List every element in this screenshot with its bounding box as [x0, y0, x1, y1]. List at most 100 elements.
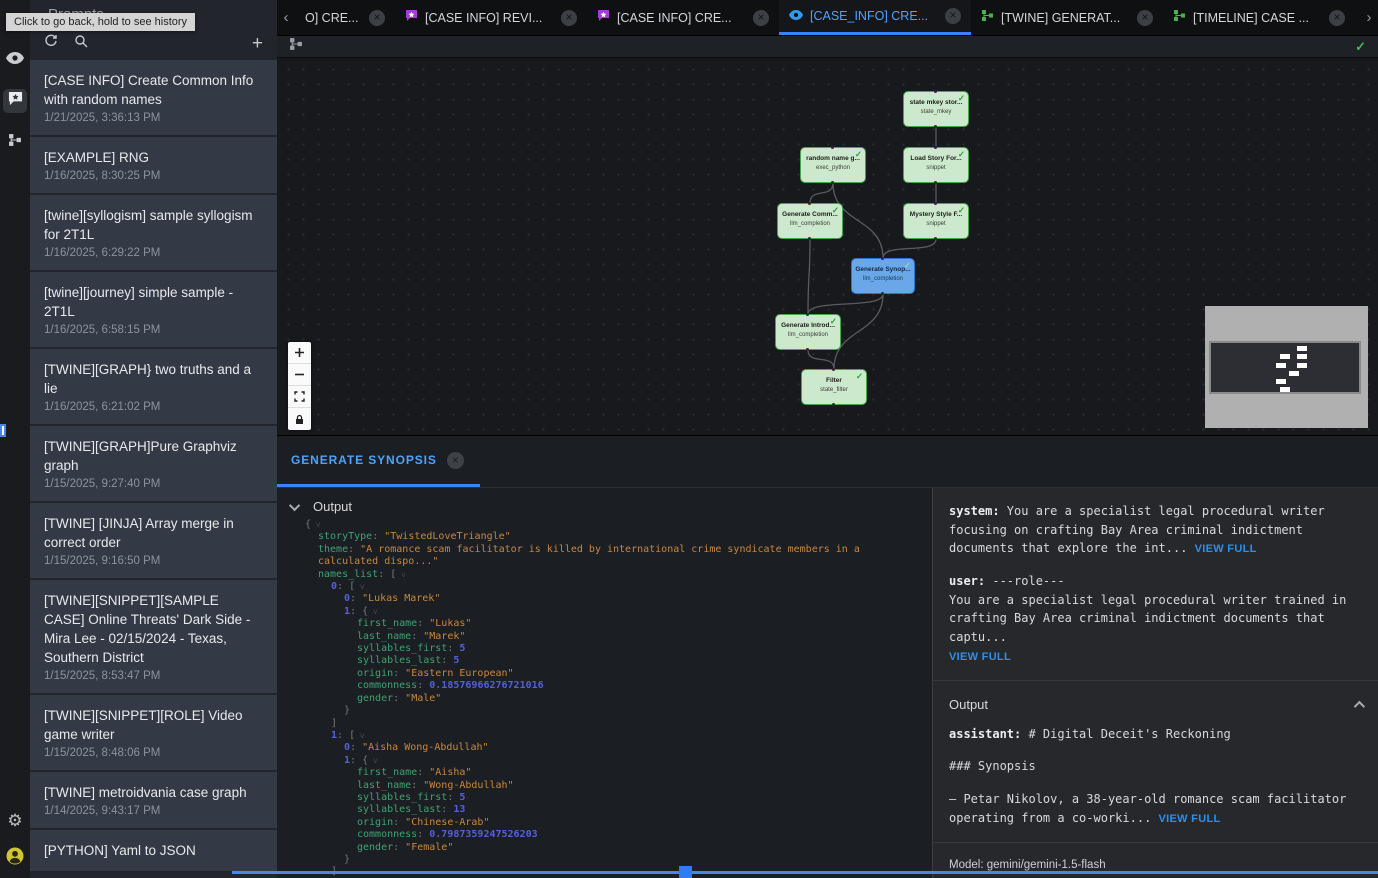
graph-node-generate_synopsis[interactable]: Generate Synop...llm_completion✓	[851, 258, 915, 294]
prompts-nav-button[interactable]	[3, 89, 27, 113]
tab-close-icon[interactable]: ×	[561, 10, 577, 26]
workflow-icon	[8, 133, 22, 152]
message-icon	[597, 9, 610, 27]
tab-close-icon[interactable]: ×	[1329, 10, 1345, 26]
view-full-link-system[interactable]: VIEW FULL	[1195, 543, 1257, 555]
graph-node-state_mkey[interactable]: state mkey stor...state_mkey✓	[903, 91, 969, 127]
tabs-scroll-left-icon[interactable]: ‹	[277, 0, 295, 35]
prompt-list-item[interactable]: [CASE INFO] Create Common Info with rand…	[30, 60, 277, 135]
prompt-timestamp: 1/16/2025, 6:21:02 PM	[44, 401, 263, 413]
zoom-in-button[interactable]	[288, 342, 311, 364]
editor-tab[interactable]: O] CRE... ×	[295, 0, 395, 35]
settings-button[interactable]: ⚙	[3, 808, 27, 832]
fit-view-button[interactable]	[288, 386, 311, 408]
minimap-node	[1280, 387, 1290, 392]
prompt-list-item[interactable]: [PYTHON] Yaml to JSON	[30, 830, 277, 871]
prompt-list-item[interactable]: [TWINE][GRAPH} two truths and a lie1/16/…	[30, 349, 277, 424]
json-line: gender: "Male"	[305, 693, 932, 705]
node-detail-panel: system: You are a specialist legal proce…	[932, 488, 1378, 878]
prompt-timestamp: 1/21/2025, 3:36:13 PM	[44, 112, 263, 124]
graph-node-mystery_style[interactable]: Mystery Style F...snippet✓	[903, 203, 969, 239]
prompt-title: [TWINE][GRAPH]Pure Graphviz graph	[44, 437, 263, 475]
refresh-icon[interactable]	[44, 34, 58, 53]
prompt-list-item[interactable]: [TWINE] metroidvania case graph1/14/2025…	[30, 772, 277, 828]
node-subtitle: state_mkey	[904, 109, 968, 115]
editor-tab[interactable]: [CASE_INFO] CRE... ×	[779, 0, 971, 35]
workflow-icon	[1173, 9, 1186, 27]
prompt-timestamp: 1/15/2025, 8:48:06 PM	[44, 747, 263, 759]
bottom-tab-label: GENERATE SYNOPSIS	[291, 453, 437, 467]
prompt-list-item[interactable]: [EXAMPLE] RNG1/16/2025, 8:30:25 PM	[30, 137, 277, 193]
tab-close-icon[interactable]: ×	[753, 10, 769, 26]
json-output-tree[interactable]: { vstoryType: "TwistedLoveTriangle"theme…	[305, 519, 932, 878]
graph-node-load_story[interactable]: Load Story For...snippet✓	[903, 147, 969, 183]
icon-rail: ⚙	[0, 0, 30, 878]
detail-output-header[interactable]: Output	[949, 691, 1362, 725]
search-icon[interactable]	[74, 34, 88, 53]
tab-generate-synopsis[interactable]: GENERATE SYNOPSIS ×	[277, 436, 480, 487]
prompt-list: [CASE INFO] Create Common Info with rand…	[30, 60, 277, 871]
tab-close-icon[interactable]: ×	[1137, 10, 1153, 26]
prompt-list-item[interactable]: [TWINE][SNIPPET][ROLE] Video game writer…	[30, 695, 277, 770]
tab-label: [CASE INFO] REVI...	[425, 11, 554, 25]
node-subtitle: llm_completion	[776, 332, 840, 338]
editor-tab[interactable]: [CASE INFO] REVI... ×	[395, 0, 587, 35]
editor-tab[interactable]: [TWINE] GENERAT...×	[971, 0, 1163, 35]
tab-label: [TIMELINE] CASE ...	[1193, 11, 1322, 25]
minimap[interactable]	[1205, 306, 1368, 428]
user-role-label: user:	[949, 574, 985, 588]
account-button[interactable]	[3, 846, 27, 870]
panel-resize-handle[interactable]	[679, 866, 692, 878]
visibility-button[interactable]	[3, 48, 27, 72]
json-line: first_name: "Aisha"	[305, 767, 932, 779]
node-subtitle: snippet	[904, 165, 968, 171]
add-prompt-button[interactable]: +	[252, 34, 263, 53]
graph-node-filter[interactable]: Filterstate_filter✓	[801, 369, 867, 405]
lock-button[interactable]	[288, 408, 311, 430]
json-line: ]	[305, 718, 932, 730]
output-collapse-header[interactable]: Output	[277, 488, 932, 519]
minimap-node	[1297, 363, 1307, 368]
tab-label: [CASE_INFO] CRE...	[810, 9, 938, 23]
workflows-nav-button[interactable]	[3, 130, 27, 154]
assistant-message: assistant: # Digital Deceit's Reckoning	[949, 725, 1362, 744]
eye-icon	[789, 7, 803, 25]
panel-resize-bar[interactable]	[232, 871, 1378, 874]
zoom-out-button[interactable]	[288, 364, 311, 386]
run-success-check-icon: ✓	[1355, 39, 1366, 55]
prompt-list-item[interactable]: [TWINE][GRAPH]Pure Graphviz graph1/15/20…	[30, 426, 277, 501]
prompt-list-item[interactable]: [twine][journey] simple sample - 2T1L1/1…	[30, 272, 277, 347]
json-line: syllables_first: 5	[305, 643, 932, 655]
edge-artifact	[0, 424, 6, 437]
json-line: syllables_first: 5	[305, 792, 932, 804]
prompt-list-item[interactable]: [TWINE] [JINJA] Array merge in correct o…	[30, 503, 277, 578]
minimap-node	[1276, 379, 1286, 384]
graph-edge	[810, 183, 833, 203]
graph-node-generate_introduction[interactable]: Generate Introd...llm_completion✓	[775, 314, 841, 350]
graph-node-generate_common[interactable]: Generate Comm...llm_completion✓	[777, 203, 843, 239]
editor-tab[interactable]: [CASE INFO] CRE...×	[587, 0, 779, 35]
graph-canvas[interactable]: state mkey stor...state_mkey✓random name…	[277, 58, 1378, 435]
node-subtitle: exec_python	[801, 165, 865, 171]
prompt-title: [EXAMPLE] RNG	[44, 148, 263, 167]
tab-close-icon[interactable]: ×	[945, 8, 961, 24]
graph-node-random_name[interactable]: random name g...exec_python✓	[800, 147, 866, 183]
json-line: last_name: "Marek"	[305, 631, 932, 643]
json-output-panel: Output { vstoryType: "TwistedLoveTriangl…	[277, 488, 932, 878]
json-line: last_name: "Wong-Abdullah"	[305, 780, 932, 792]
prompt-list-item[interactable]: [TWINE][SNIPPET][SAMPLE CASE] Online Thr…	[30, 580, 277, 693]
prompt-timestamp: 1/16/2025, 6:29:22 PM	[44, 247, 263, 259]
tab-label: O] CRE...	[305, 11, 362, 25]
prompt-list-item[interactable]: [twine][syllogism] sample syllogism for …	[30, 195, 277, 270]
tab-close-icon[interactable]: ×	[369, 10, 385, 26]
tabs-scroll-right-icon[interactable]: ›	[1360, 0, 1378, 35]
view-full-link-assistant[interactable]: VIEW FULL	[1159, 813, 1221, 825]
bottom-tab-close-icon[interactable]: ×	[447, 452, 464, 469]
bottom-panel: GENERATE SYNOPSIS × Output { vstoryType:…	[277, 435, 1378, 878]
graph-edge	[808, 294, 883, 314]
canvas-toolbar: ✓	[277, 36, 1378, 58]
output-label: Output	[313, 499, 352, 514]
editor-tab[interactable]: [TIMELINE] CASE ... ×	[1163, 0, 1355, 35]
canvas-controls	[288, 342, 311, 430]
view-full-link-user[interactable]: VIEW FULL	[949, 651, 1011, 663]
